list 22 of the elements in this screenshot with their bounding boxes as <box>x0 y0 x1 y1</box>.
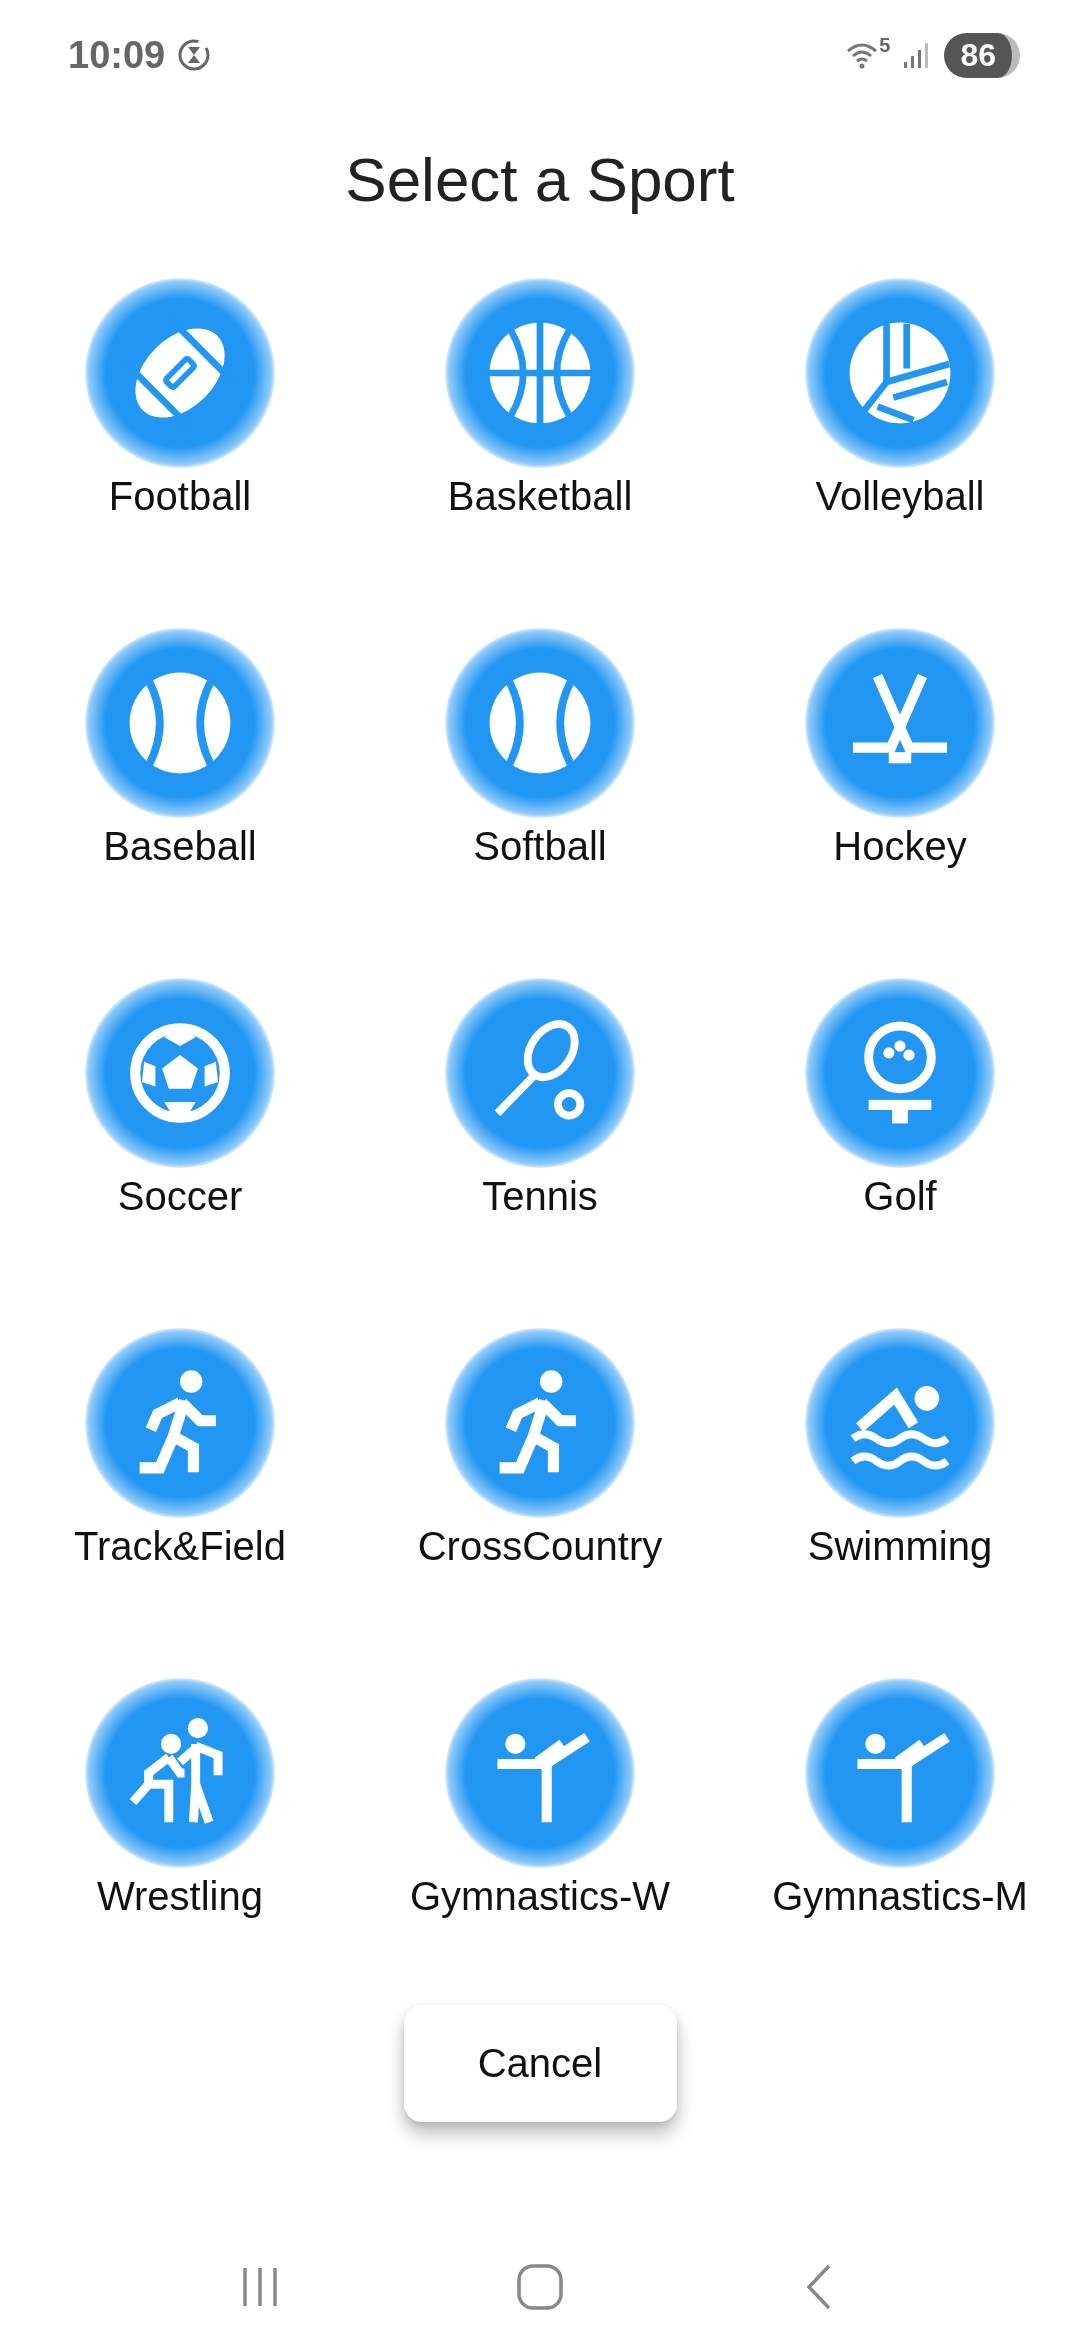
battery-level: 86 <box>944 32 1020 78</box>
sport-button[interactable]: Wrestling <box>0 1678 360 1920</box>
sport-button[interactable]: Tennis <box>360 978 720 1220</box>
sport-button[interactable]: CrossCountry <box>360 1328 720 1570</box>
sport-button[interactable]: Golf <box>720 978 1080 1220</box>
sport-button[interactable]: Basketball <box>360 278 720 520</box>
sport-button[interactable]: Volleyball <box>720 278 1080 520</box>
sport-button[interactable]: Hockey <box>720 628 1080 870</box>
sport-button[interactable]: Baseball <box>0 628 360 870</box>
sport-button[interactable]: Gymnastics-W <box>360 1678 720 1920</box>
sport-button[interactable]: Football <box>0 278 360 520</box>
wifi-label: 5 <box>879 34 891 57</box>
sport-button[interactable]: Swimming <box>720 1328 1080 1570</box>
sport-button[interactable]: Soccer <box>0 978 360 1220</box>
sport-button[interactable]: Gymnastics-M <box>720 1678 1080 1920</box>
status-time: 10:09 <box>68 33 166 77</box>
cancel-button[interactable]: Cancel <box>403 2005 677 2122</box>
sport-button[interactable]: Track&Field <box>0 1328 360 1570</box>
page-title: Select a Sport <box>345 144 735 216</box>
hourglass-icon <box>177 38 212 72</box>
sport-button[interactable]: Softball <box>360 628 720 870</box>
home-icon[interactable] <box>515 2262 565 2312</box>
